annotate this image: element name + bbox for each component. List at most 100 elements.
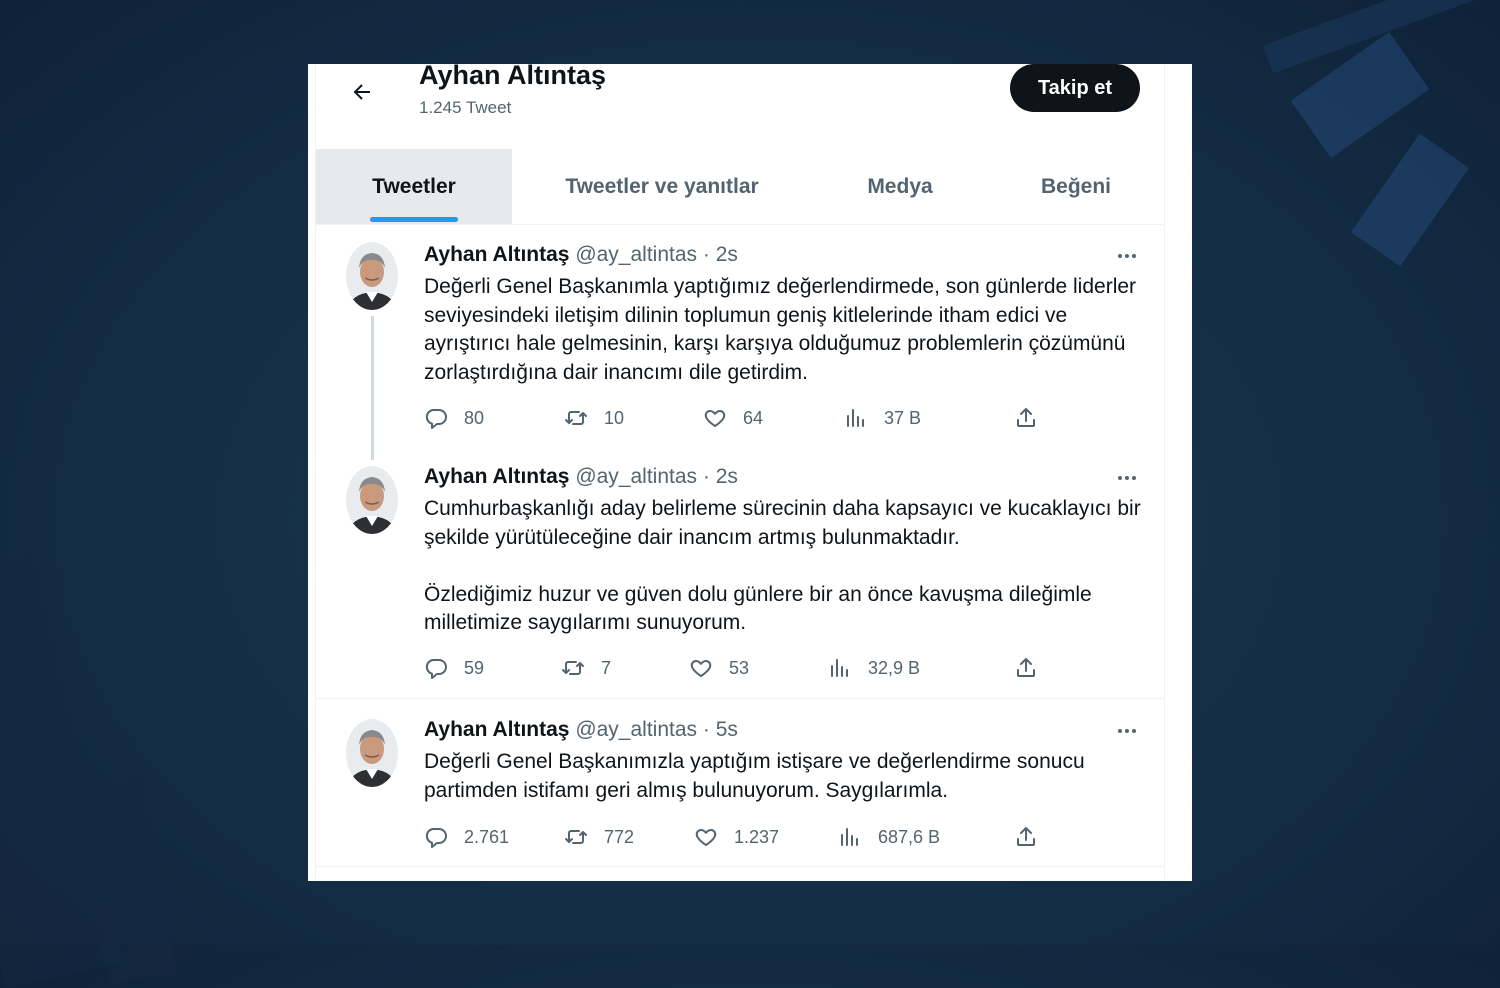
retweet-count: 10	[604, 407, 625, 428]
author-handle[interactable]: @ay_altintas	[575, 465, 697, 488]
tweet[interactable]: Ayhan Altıntaş @ay_altintas · 2s Değerli…	[316, 224, 1164, 460]
heart-icon	[690, 660, 712, 677]
retweet-icon	[565, 411, 587, 425]
retweet-button[interactable]: 772	[564, 822, 634, 852]
profile-tabs: Tweetler Tweetler ve yanıtlar Medya Beğe…	[316, 149, 1164, 225]
more-horizontal-icon	[1118, 729, 1122, 733]
author-name[interactable]: Ayhan Altıntaş	[424, 718, 569, 741]
views-icon	[847, 409, 864, 427]
profile-name: Ayhan Altıntaş	[419, 64, 607, 90]
reply-button[interactable]: 80	[424, 403, 484, 433]
heart-icon	[695, 829, 717, 846]
more-dot	[1125, 254, 1129, 258]
tweet-meta: Ayhan Altıntaş @ay_altintas · 5s	[424, 718, 738, 742]
share-icon	[1017, 827, 1035, 846]
views-button[interactable]: 32,9 B	[828, 653, 920, 683]
share-icon	[1017, 408, 1035, 427]
tweet[interactable]: Ayhan Altıntaş @ay_altintas · 5s Değerli…	[316, 699, 1164, 867]
reply-count: 2.761	[464, 826, 510, 847]
reply-button[interactable]: 59	[424, 653, 484, 683]
author-name[interactable]: Ayhan Altıntaş	[424, 243, 569, 266]
tweet-actions: 2.761 772 1.237 687,6 B	[424, 822, 1044, 852]
meta-separator: ·	[702, 243, 710, 266]
tweet-divider	[316, 866, 1164, 867]
share-button[interactable]	[1014, 822, 1054, 852]
tweet-text: Cumhurbaşkanlığı aday belirleme sürecini…	[424, 497, 1141, 634]
view-count: 687,6 B	[878, 826, 941, 847]
meta-separator: ·	[702, 465, 710, 488]
like-count: 64	[743, 407, 764, 428]
reply-icon	[425, 828, 447, 848]
tweet-text: Değerli Genel Başkanımızla yaptığım isti…	[424, 750, 1085, 802]
tweet-meta: Ayhan Altıntaş @ay_altintas · 2s	[424, 465, 738, 489]
tweet-actions: 59 7 53 32,9 B	[424, 653, 1044, 683]
tweet-time[interactable]: 5s	[716, 718, 738, 741]
reply-count: 59	[464, 657, 485, 678]
retweet-count: 7	[601, 657, 612, 678]
more-options-button[interactable]	[1112, 246, 1142, 266]
avatar[interactable]	[346, 242, 398, 310]
tweet-count: 1.245 Tweet	[419, 98, 512, 117]
share-button[interactable]	[1014, 403, 1054, 433]
tab-label: Tweetler	[372, 174, 456, 198]
view-count: 32,9 B	[868, 657, 921, 678]
more-dot	[1132, 254, 1136, 258]
more-options-button[interactable]	[1112, 468, 1142, 488]
meta-separator: ·	[702, 718, 710, 741]
tab-likes[interactable]: Beğeni	[988, 149, 1164, 224]
tab-tweets-and-replies[interactable]: Tweetler ve yanıtlar	[512, 149, 812, 224]
like-button[interactable]: 64	[703, 403, 763, 433]
more-horizontal-icon	[1118, 476, 1122, 480]
share-icon	[1017, 658, 1035, 677]
tab-label: Tweetler ve yanıtlar	[565, 174, 759, 198]
tweet[interactable]: Ayhan Altıntaş @ay_altintas · 2s Cumhurb…	[316, 460, 1164, 698]
more-options-button[interactable]	[1112, 721, 1142, 741]
arrow-left-icon	[353, 84, 370, 100]
like-button[interactable]: 1.237	[694, 822, 779, 852]
follow-button[interactable]: Takip et	[1010, 64, 1140, 112]
active-tab-indicator	[370, 217, 458, 222]
thread-line	[371, 316, 374, 460]
more-dot	[1132, 476, 1136, 480]
tweet-time[interactable]: 2s	[716, 465, 738, 488]
avatar-photo	[346, 242, 398, 310]
tab-media[interactable]: Medya	[812, 149, 988, 224]
tweet-time[interactable]: 2s	[716, 243, 738, 266]
avatar[interactable]	[346, 466, 398, 534]
retweet-icon	[562, 661, 584, 675]
more-dot	[1132, 729, 1136, 733]
author-handle[interactable]: @ay_altintas	[575, 718, 697, 741]
like-count: 53	[729, 657, 750, 678]
retweet-icon	[565, 830, 587, 844]
back-button[interactable]	[342, 72, 382, 112]
views-button[interactable]: 37 B	[844, 403, 921, 433]
tab-tweets[interactable]: Tweetler	[316, 149, 512, 224]
retweet-count: 772	[604, 826, 635, 847]
share-button[interactable]	[1014, 653, 1054, 683]
background-shape	[1351, 133, 1469, 267]
more-horizontal-icon	[1118, 254, 1122, 258]
more-dot	[1125, 476, 1129, 480]
reply-count: 80	[464, 407, 485, 428]
like-button[interactable]: 53	[689, 653, 749, 683]
reply-icon	[425, 409, 447, 429]
author-name[interactable]: Ayhan Altıntaş	[424, 465, 569, 488]
views-icon	[831, 659, 848, 677]
avatar-photo	[346, 719, 398, 787]
timeline-column: Ayhan Altıntaş 1.245 Tweet Takip et Twee…	[315, 64, 1165, 881]
more-dot	[1125, 729, 1129, 733]
retweet-button[interactable]: 7	[561, 653, 611, 683]
like-count: 1.237	[734, 826, 780, 847]
tab-label: Beğeni	[1040, 174, 1111, 198]
reply-button[interactable]: 2.761	[424, 822, 509, 852]
views-button[interactable]: 687,6 B	[838, 822, 940, 852]
author-handle[interactable]: @ay_altintas	[575, 243, 697, 266]
tweet-text: Değerli Genel Başkanımla yaptığımız değe…	[424, 275, 1137, 384]
tweet-meta: Ayhan Altıntaş @ay_altintas · 2s	[424, 243, 738, 267]
tweet-actions: 80 10 64 37 B	[424, 403, 1044, 433]
avatar-photo	[346, 466, 398, 534]
profile-header: Ayhan Altıntaş 1.245 Tweet Takip et	[316, 64, 1164, 149]
avatar[interactable]	[346, 719, 398, 787]
retweet-button[interactable]: 10	[564, 403, 624, 433]
heart-icon	[704, 410, 726, 427]
